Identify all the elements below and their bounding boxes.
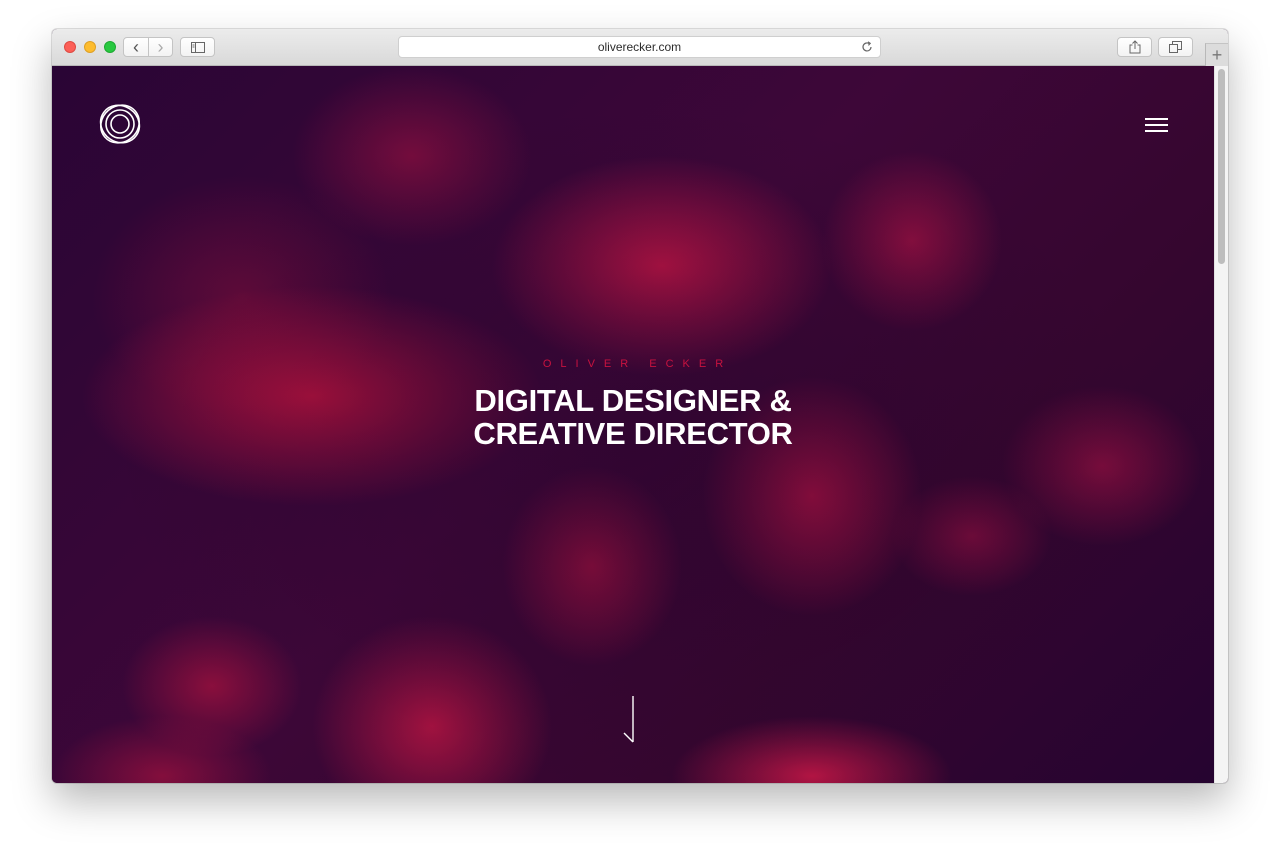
browser-window: ‹ › oliverecker.com + OLIVER ECKER DIGIT… <box>52 29 1228 783</box>
reload-icon[interactable] <box>860 40 874 54</box>
plus-icon: + <box>1211 44 1223 65</box>
headline-line-2: CREATIVE DIRECTOR <box>473 416 793 451</box>
forward-button[interactable]: › <box>147 37 172 57</box>
hero-headline: DIGITAL DESIGNER & CREATIVE DIRECTOR <box>52 384 1214 450</box>
menu-line <box>1145 124 1168 126</box>
show-tabs-button[interactable] <box>1158 37 1193 57</box>
headline-line-1: DIGITAL DESIGNER & <box>474 383 792 418</box>
tabs-icon <box>1169 41 1182 53</box>
hamburger-menu-icon[interactable] <box>1145 118 1168 133</box>
sidebar-icon <box>190 41 205 53</box>
back-button[interactable]: ‹ <box>124 38 148 56</box>
sidebar-button[interactable] <box>180 37 215 57</box>
share-icon <box>1129 40 1140 54</box>
chevron-right-icon: › <box>157 37 164 57</box>
navigation-buttons: ‹ › <box>123 37 173 57</box>
scrollbar-thumb[interactable] <box>1218 69 1225 264</box>
close-window-button[interactable] <box>64 41 76 53</box>
menu-line <box>1145 118 1168 120</box>
zoom-window-button[interactable] <box>104 41 116 53</box>
share-button[interactable] <box>1117 37 1152 57</box>
hero-section: OLIVER ECKER DIGITAL DESIGNER & CREATIVE… <box>52 358 1214 450</box>
url-text: oliverecker.com <box>597 40 682 54</box>
menu-line <box>1145 130 1168 132</box>
page-viewport: OLIVER ECKER DIGITAL DESIGNER & CREATIVE… <box>52 66 1214 783</box>
logo-rings-icon[interactable] <box>98 102 142 146</box>
chevron-left-icon: ‹ <box>132 37 139 57</box>
hero-eyebrow: OLIVER ECKER <box>542 358 733 370</box>
address-bar[interactable]: oliverecker.com <box>398 36 881 58</box>
scroll-down-arrow-icon[interactable] <box>622 696 636 744</box>
browser-toolbar: ‹ › oliverecker.com + <box>52 29 1228 66</box>
vertical-scrollbar[interactable] <box>1214 66 1228 783</box>
new-tab-button[interactable]: + <box>1205 43 1228 66</box>
minimize-window-button[interactable] <box>84 41 96 53</box>
